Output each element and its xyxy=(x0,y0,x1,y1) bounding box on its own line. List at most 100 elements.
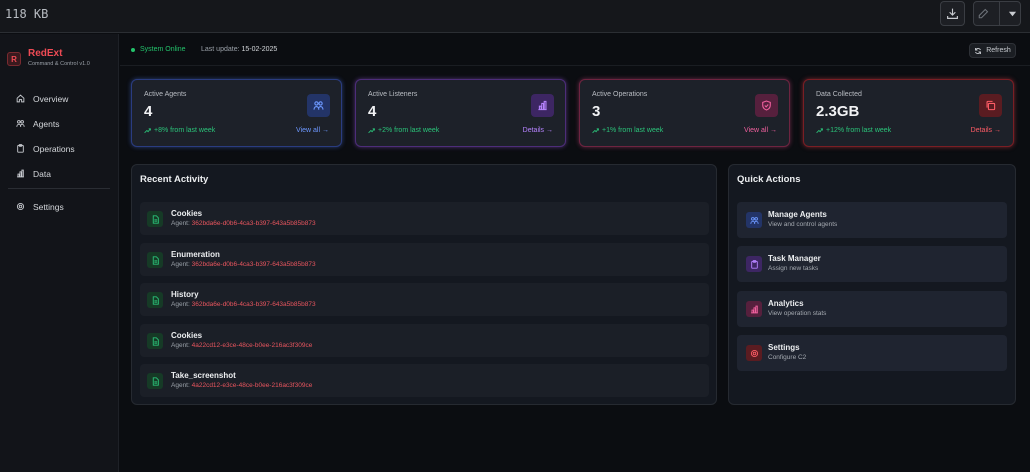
brand-name: RedExt xyxy=(28,48,63,59)
status-text: System Online xyxy=(140,46,186,53)
download-button[interactable] xyxy=(940,1,965,26)
file-icon xyxy=(147,252,163,268)
sidebar-item-settings[interactable]: Settings xyxy=(8,194,110,219)
sidebar-item-agents[interactable]: Agents xyxy=(8,111,110,136)
stat-value: 4 xyxy=(144,103,153,120)
sidebar-item-label: Data xyxy=(33,168,51,179)
recent-activity-panel: Recent Activity Cookies Agent: 362bda6e-… xyxy=(131,164,717,405)
trending-up-icon xyxy=(592,128,599,134)
quick-action-subtitle: View operation stats xyxy=(768,310,827,317)
status-badge: System Online xyxy=(131,46,186,53)
quick-actions-title: Quick Actions xyxy=(737,174,801,185)
quick-action-task-manager[interactable]: Task Manager Assign new tasks xyxy=(737,246,1007,282)
stat-value: 3 xyxy=(592,103,601,120)
users-icon xyxy=(746,212,762,228)
brand: R RedExt Command & Control v1.0 xyxy=(7,48,90,68)
file-icon xyxy=(147,333,163,349)
quick-actions-panel: Quick Actions Manage Agents View and con… xyxy=(728,164,1016,405)
activity-name: History xyxy=(171,290,199,299)
chevron-down-icon[interactable] xyxy=(1008,9,1017,18)
activity-name: Cookies xyxy=(171,209,203,218)
trending-up-icon xyxy=(368,128,375,134)
last-update: Last update: 15-02-2025 xyxy=(201,46,277,53)
data-details-link[interactable]: Details → xyxy=(971,127,1001,134)
quick-action-title: Settings xyxy=(768,343,800,352)
sidebar-divider xyxy=(8,188,110,189)
bar-chart-icon xyxy=(746,301,762,317)
refresh-label: Refresh xyxy=(986,47,1011,54)
recent-activity-title: Recent Activity xyxy=(140,174,209,185)
shield-icon xyxy=(762,100,771,111)
home-icon xyxy=(16,94,25,103)
last-update-label: Last update: xyxy=(201,46,240,53)
refresh-button[interactable]: Refresh xyxy=(969,43,1016,58)
activity-agent: Agent: 362bda6e-d0b6-4ca3-b397-643a5b85b… xyxy=(171,301,316,308)
users-icon xyxy=(313,101,324,110)
activity-item[interactable]: Cookies Agent: 4a22cd12-e3ce-48ce-b0ee-2… xyxy=(140,324,709,357)
activity-agent: Agent: 362bda6e-d0b6-4ca3-b397-643a5b85b… xyxy=(171,220,316,227)
sidebar: R RedExt Command & Control v1.0 Overview… xyxy=(0,34,119,472)
main-content: System Online Last update: 15-02-2025 Re… xyxy=(120,34,1030,472)
quick-action-title: Analytics xyxy=(768,299,804,308)
edit-button-group[interactable] xyxy=(973,1,1021,26)
quick-action-subtitle: View and control agents xyxy=(768,221,838,228)
sidebar-nav: Overview Agents Operations Data Settings xyxy=(8,86,110,219)
bar-chart-icon xyxy=(17,169,24,178)
quick-action-analytics[interactable]: Analytics View operation stats xyxy=(737,291,1007,327)
download-icon xyxy=(947,8,958,19)
header: System Online Last update: 15-02-2025 Re… xyxy=(120,34,1030,66)
refresh-icon xyxy=(975,47,982,54)
quick-action-title: Task Manager xyxy=(768,254,821,263)
sidebar-item-overview[interactable]: Overview xyxy=(8,86,110,111)
stat-change: +8% from last week xyxy=(144,127,215,134)
bar-chart-icon xyxy=(538,100,547,111)
stat-value: 2.3GB xyxy=(816,103,860,120)
quick-action-subtitle: Assign new tasks xyxy=(768,265,819,272)
activity-item[interactable]: Enumeration Agent: 362bda6e-d0b6-4ca3-b3… xyxy=(140,243,709,276)
view-all-agents-link[interactable]: View all → xyxy=(296,127,329,134)
file-icon xyxy=(147,373,163,389)
copy-icon xyxy=(986,100,996,111)
file-icon xyxy=(147,292,163,308)
activity-agent: Agent: 4a22cd12-e3ce-48ce-b0ee-216ac3f30… xyxy=(171,382,313,389)
stat-label: Data Collected xyxy=(816,91,862,98)
gear-icon xyxy=(16,202,25,211)
quick-action-title: Manage Agents xyxy=(768,210,827,219)
sidebar-item-operations[interactable]: Operations xyxy=(8,136,110,161)
view-all-operations-link[interactable]: View all → xyxy=(744,127,777,134)
stat-card-agents: Active Agents 4 +8% from last week View … xyxy=(131,79,342,147)
stat-change: +12% from last week xyxy=(816,127,891,134)
listeners-details-link[interactable]: Details → xyxy=(523,127,553,134)
file-toolbar: 118 KB xyxy=(0,0,1030,33)
clipboard-icon xyxy=(17,144,24,153)
stat-icon-box xyxy=(307,94,330,117)
trending-up-icon xyxy=(816,128,823,134)
sidebar-item-label: Agents xyxy=(33,118,60,129)
gear-icon xyxy=(746,345,762,361)
quick-action-manage-agents[interactable]: Manage Agents View and control agents xyxy=(737,202,1007,238)
activity-item[interactable]: History Agent: 362bda6e-d0b6-4ca3-b397-6… xyxy=(140,283,709,316)
status-dot-icon xyxy=(131,47,135,52)
stat-change: +2% from last week xyxy=(368,127,439,134)
activity-agent: Agent: 4a22cd12-e3ce-48ce-b0ee-216ac3f30… xyxy=(171,342,313,349)
activity-name: Enumeration xyxy=(171,250,220,259)
stat-card-listeners: Active Listeners 4 +2% from last week De… xyxy=(355,79,566,147)
file-icon xyxy=(147,211,163,227)
trending-up-icon xyxy=(144,128,151,134)
quick-action-settings[interactable]: Settings Configure C2 xyxy=(737,335,1007,371)
stat-card-operations: Active Operations 3 +1% from last week V… xyxy=(579,79,790,147)
stat-label: Active Agents xyxy=(144,91,187,98)
stat-change: +1% from last week xyxy=(592,127,663,134)
brand-logo: R xyxy=(7,52,21,66)
activity-item[interactable]: Take_screenshot Agent: 4a22cd12-e3ce-48c… xyxy=(140,364,709,397)
sidebar-item-label: Settings xyxy=(33,201,64,212)
stat-card-data: Data Collected 2.3GB +12% from last week… xyxy=(803,79,1014,147)
activity-name: Take_screenshot xyxy=(171,371,236,380)
quick-action-subtitle: Configure C2 xyxy=(768,354,807,361)
activity-item[interactable]: Cookies Agent: 362bda6e-d0b6-4ca3-b397-6… xyxy=(140,202,709,235)
stat-label: Active Listeners xyxy=(368,91,418,98)
activity-name: Cookies xyxy=(171,331,203,340)
sidebar-item-data[interactable]: Data xyxy=(8,161,110,186)
pencil-icon[interactable] xyxy=(977,8,989,20)
last-update-value: 15-02-2025 xyxy=(241,46,278,53)
